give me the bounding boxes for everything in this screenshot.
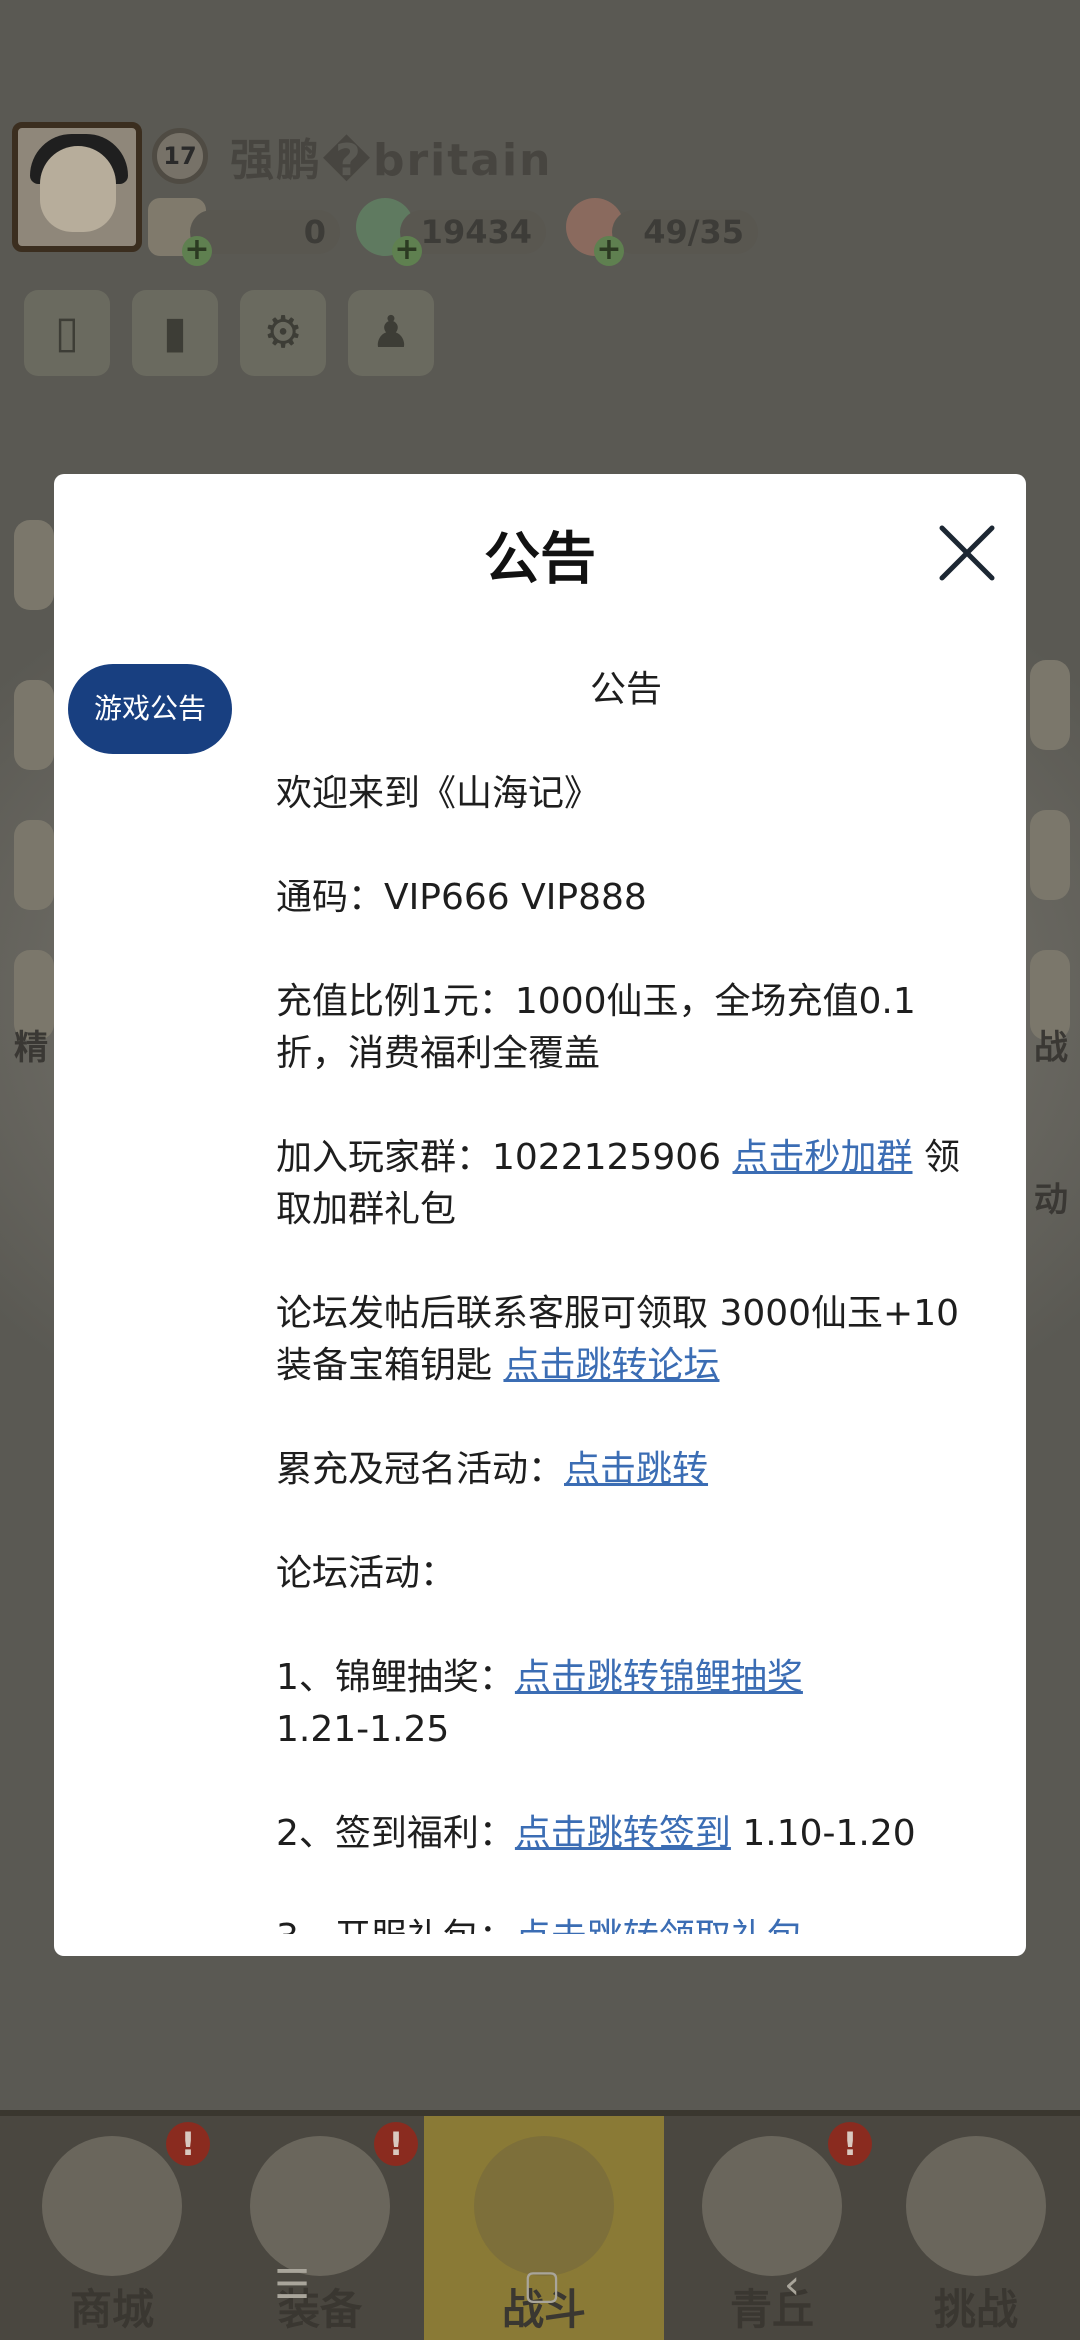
group-prefix: 加入玩家群：1022125906 xyxy=(276,1137,733,1178)
activity-1: 1、锦鲤抽奖：点击跳转锦鲤抽奖 1.21-1.25 xyxy=(276,1652,976,1756)
content-title: 公告 xyxy=(589,669,662,710)
accum-link[interactable]: 点击跳转 xyxy=(564,1449,708,1490)
nav-shop[interactable]: 商城 ! xyxy=(8,2116,216,2340)
code-text: 通码：VIP666 VIP888 xyxy=(276,877,647,918)
close-icon xyxy=(939,525,995,581)
equip-icon xyxy=(250,2136,390,2276)
activity-1-prefix: 1、锦鲤抽奖： xyxy=(276,1657,515,1698)
ranking-icon[interactable]: ▮ xyxy=(132,290,218,376)
equip-alert-badge: ! xyxy=(374,2122,418,2166)
jade-add-icon[interactable]: + xyxy=(392,235,422,266)
shop-alert-badge: ! xyxy=(166,2122,210,2166)
forum-activities-heading: 论坛活动： xyxy=(276,1553,457,1594)
system-back-button[interactable]: ‹ xyxy=(762,2262,822,2308)
qingqiu-alert-badge: ! xyxy=(828,2122,872,2166)
gift-pack-link[interactable]: 点击跳转领取礼包 xyxy=(515,1917,803,1934)
system-home-button[interactable]: ▢ xyxy=(512,2262,572,2308)
forum-link[interactable]: 点击跳转论坛 xyxy=(503,1345,719,1386)
shop-icon xyxy=(42,2136,182,2276)
side-event-icon-5[interactable] xyxy=(1030,660,1070,750)
nav-challenge[interactable]: 挑战 xyxy=(872,2116,1080,2340)
side-label-right-1: 战 xyxy=(1034,1028,1068,1068)
side-event-icon-6[interactable] xyxy=(1030,810,1070,900)
ticket-add-icon[interactable]: + xyxy=(182,235,212,266)
activity-2-prefix: 2、签到福利： xyxy=(276,1813,515,1854)
dialog-title: 公告 xyxy=(484,527,596,592)
challenge-orb-icon xyxy=(906,2136,1046,2276)
jade-count: 19434 xyxy=(400,210,546,254)
welcome-text: 欢迎来到《山海记》 xyxy=(276,773,601,814)
group-paragraph: 加入玩家群：1022125906 点击秒加群 领取加群礼包 xyxy=(276,1132,976,1236)
activity-3: 3、开服礼包：点击跳转领取礼包 xyxy=(276,1912,976,1934)
sign-in-link[interactable]: 点击跳转签到 xyxy=(515,1813,731,1854)
crossed-swords-icon xyxy=(474,2136,614,2276)
announcement-dialog: 公告 游戏公告 公告 欢迎来到《山海记》 通码：VIP666 VIP888 充值… xyxy=(54,474,1026,1956)
mountain-icon xyxy=(702,2136,842,2276)
side-label-left: 精 xyxy=(14,1028,48,1068)
join-group-link[interactable]: 点击秒加群 xyxy=(733,1137,913,1178)
side-event-icon-2[interactable] xyxy=(14,680,54,770)
friends-icon[interactable]: ♟ xyxy=(348,290,434,376)
nav-challenge-label: 挑战 xyxy=(933,2285,1018,2334)
player-name: 强鹏�britain xyxy=(230,135,553,186)
side-event-icon-1[interactable] xyxy=(14,520,54,610)
nav-shop-label: 商城 xyxy=(69,2285,154,2334)
announcement-content[interactable]: 公告 欢迎来到《山海记》 通码：VIP666 VIP888 充值比例1元：100… xyxy=(276,664,976,1934)
activity-2-dates: 1.10-1.20 xyxy=(730,1813,916,1854)
accum-paragraph: 累充及冠名活动：点击跳转 xyxy=(276,1444,976,1496)
stamina-count: 49/35 xyxy=(612,210,758,254)
system-menu-button[interactable]: ☰ xyxy=(262,2262,322,2308)
close-button[interactable] xyxy=(934,520,1000,586)
tab-game-announcement[interactable]: 游戏公告 xyxy=(68,664,232,754)
side-label-right-2: 动 xyxy=(1034,1180,1068,1220)
stamina-add-icon[interactable]: + xyxy=(594,235,624,266)
ticket-count: 0 xyxy=(190,210,340,254)
settings-gear-icon[interactable]: ⚙ xyxy=(240,290,326,376)
level-badge: 17 xyxy=(152,128,208,184)
activity-2: 2、签到福利：点击跳转签到 1.10-1.20 xyxy=(276,1808,976,1860)
side-event-icon-3[interactable] xyxy=(14,820,54,910)
lucky-draw-link[interactable]: 点击跳转锦鲤抽奖 xyxy=(515,1657,803,1698)
activity-3-prefix: 3、开服礼包： xyxy=(276,1917,515,1934)
cards-icon[interactable]: ▯ xyxy=(24,290,110,376)
forum-paragraph: 论坛发帖后联系客服可领取 3000仙玉+10装备宝箱钥匙 点击跳转论坛 xyxy=(276,1288,976,1392)
activity-1-dates: 1.21-1.25 xyxy=(276,1709,450,1750)
player-avatar[interactable] xyxy=(12,122,142,252)
avatar-face xyxy=(40,146,116,232)
recharge-text: 充值比例1元：1000仙玉，全场充值0.1折，消费福利全覆盖 xyxy=(276,981,916,1074)
accum-prefix: 累充及冠名活动： xyxy=(276,1449,565,1490)
